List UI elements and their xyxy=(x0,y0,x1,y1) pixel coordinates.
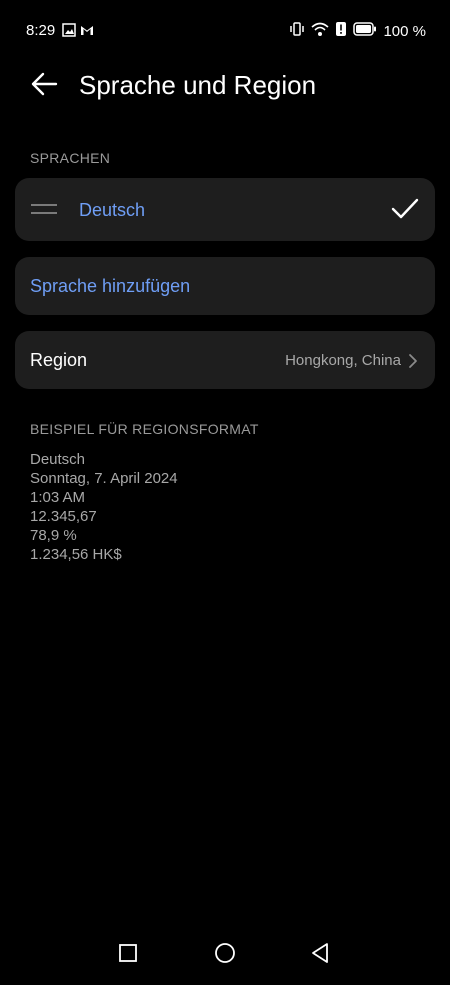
alert-icon xyxy=(335,21,347,42)
square-icon xyxy=(118,943,138,968)
format-example-number: 12.345,67 xyxy=(30,508,97,525)
format-example-section-label: BEISPIEL FÜR REGIONSFORMAT xyxy=(30,421,259,437)
format-example-currency: 1.234,56 HK$ xyxy=(30,546,122,563)
format-example-percent: 78,9 % xyxy=(30,527,77,544)
page-title: Sprache und Region xyxy=(79,70,317,100)
format-example-time: 1:03 AM xyxy=(30,489,86,506)
home-button[interactable] xyxy=(207,937,243,973)
arrow-left-icon xyxy=(30,70,58,103)
battery-percent: 100 % xyxy=(383,23,426,40)
wifi-icon xyxy=(311,21,329,42)
recents-button[interactable] xyxy=(110,937,146,973)
region-row[interactable]: Region Hongkong, China xyxy=(15,331,435,389)
languages-section-label: SPRACHEN xyxy=(30,150,111,166)
back-nav-button[interactable] xyxy=(302,937,338,973)
chevron-right-icon xyxy=(408,353,418,374)
triangle-back-icon xyxy=(310,942,330,969)
language-item-label: Deutsch xyxy=(79,200,146,220)
status-bar: 8:29 100 % xyxy=(0,0,450,60)
region-label: Region xyxy=(30,350,88,370)
circle-icon xyxy=(214,942,236,969)
gallery-notification-icon xyxy=(62,23,76,42)
add-language-label: Sprache hinzufügen xyxy=(30,276,191,296)
gmail-icon xyxy=(80,23,94,42)
format-example-list: Deutsch Sonntag, 7. April 2024 1:03 AM 1… xyxy=(30,450,178,564)
format-example-language: Deutsch xyxy=(30,451,86,468)
vibrate-icon xyxy=(289,21,305,42)
format-example-date: Sonntag, 7. April 2024 xyxy=(30,470,178,487)
back-button[interactable] xyxy=(28,70,60,102)
drag-handle-icon[interactable] xyxy=(31,204,57,216)
battery-icon xyxy=(353,22,377,41)
navigation-bar xyxy=(0,925,450,985)
region-value: Hongkong, China xyxy=(285,352,401,369)
app-bar: Sprache und Region xyxy=(0,60,450,110)
status-time: 8:29 xyxy=(26,22,56,39)
language-item-deutsch[interactable]: Deutsch xyxy=(15,178,435,241)
add-language-button[interactable]: Sprache hinzufügen xyxy=(15,257,435,315)
checkmark-icon xyxy=(391,197,419,226)
